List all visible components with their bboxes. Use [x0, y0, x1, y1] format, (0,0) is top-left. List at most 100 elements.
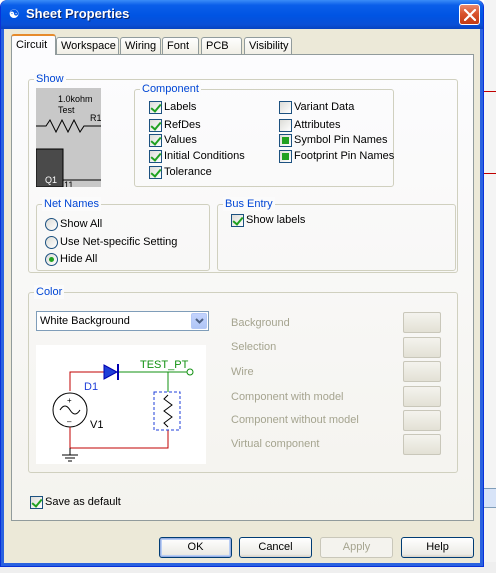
tab-label: Wiring — [125, 40, 157, 52]
show-preview-schematic: 1.0kohm Test R1 Q1 11 — [36, 94, 101, 187]
checkbox-box — [279, 119, 292, 132]
circuit-tab-panel: Show 1.0kohm Test R1 Q1 11 Component Lab… — [11, 54, 474, 521]
window-title: Sheet Properties — [26, 6, 130, 21]
background-window-edge — [484, 0, 496, 573]
checkbox-box — [279, 134, 292, 147]
preview-label: Test — [58, 105, 75, 115]
component-group-title: Component — [140, 82, 201, 96]
color-group-title: Color — [34, 285, 65, 299]
close-icon — [464, 9, 476, 21]
app-icon: ☯ — [8, 7, 20, 21]
tab-label: PCB — [206, 40, 229, 52]
virtual-component-color-swatch — [403, 434, 441, 455]
labels-checkbox[interactable]: Labels — [149, 101, 196, 115]
checkbox-box — [30, 496, 43, 509]
values-checkbox[interactable]: Values — [149, 134, 197, 148]
tab-label: Visibility — [249, 40, 289, 52]
show-preview: 1.0kohm Test R1 Q1 11 — [36, 88, 101, 187]
preview-refdes: R1 — [90, 113, 101, 123]
tab-circuit[interactable]: Circuit — [11, 34, 56, 55]
symbol-pin-names-checkbox[interactable]: Symbol Pin Names — [279, 134, 388, 148]
show-group-title: Show — [34, 72, 66, 86]
tab-font[interactable]: Font — [162, 37, 199, 54]
cancel-button[interactable]: Cancel — [239, 537, 312, 558]
checkbox-box — [149, 166, 162, 179]
attributes-checkbox[interactable]: Attributes — [279, 119, 340, 133]
checkbox-label: Tolerance — [164, 166, 212, 178]
preview-source-label: V1 — [90, 419, 103, 431]
preview-part: Q1 — [45, 175, 57, 185]
checkbox-box — [149, 150, 162, 163]
radio-circle — [45, 236, 58, 249]
checkbox-label: Save as default — [45, 496, 121, 508]
net-names-group-title: Net Names — [42, 197, 102, 211]
bus-entry-group-title: Bus Entry — [223, 197, 275, 211]
checkbox-label: Symbol Pin Names — [294, 134, 388, 146]
background-color-swatch — [403, 312, 441, 333]
checkbox-label: Labels — [164, 101, 197, 113]
net-names-show-all-radio[interactable]: Show All — [45, 218, 102, 232]
preview-probe: TEST_PT — [140, 359, 189, 371]
tab-label: Circuit — [16, 39, 48, 51]
initial-conditions-checkbox[interactable]: Initial Conditions — [149, 150, 245, 164]
save-as-default-checkbox[interactable]: Save as default — [30, 496, 121, 510]
component-with-model-color-swatch — [403, 386, 441, 407]
checkbox-box — [231, 214, 244, 227]
radio-label: Use Net-specific Setting — [60, 236, 178, 248]
tab-label: Font — [167, 40, 190, 52]
radio-label: Show All — [60, 218, 103, 230]
tab-label: Workspace — [61, 40, 116, 52]
tolerance-checkbox[interactable]: Tolerance — [149, 166, 212, 180]
checkbox-label: Attributes — [294, 119, 341, 131]
background-wire — [484, 91, 496, 92]
checkbox-box — [149, 119, 162, 132]
color-item-background-label: Background — [231, 317, 290, 329]
preview-source-minus: – — [67, 417, 72, 426]
preview-resistor — [163, 394, 173, 428]
wire-color-swatch — [403, 361, 441, 382]
preview-return-wire — [69, 427, 169, 449]
apply-button[interactable]: Apply — [320, 537, 393, 558]
net-names-hide-all-radio[interactable]: Hide All — [45, 253, 97, 267]
net-names-net-specific-radio[interactable]: Use Net-specific Setting — [45, 236, 177, 250]
refdes-checkbox[interactable]: RefDes — [149, 119, 201, 133]
chevron-down-icon — [191, 313, 207, 329]
show-labels-checkbox[interactable]: Show labels — [231, 214, 305, 228]
help-button[interactable]: Help — [401, 537, 474, 558]
background-scrollbar — [484, 488, 496, 508]
checkbox-box — [279, 150, 292, 163]
radio-circle — [45, 218, 58, 231]
color-item-wire-label: Wire — [231, 366, 254, 378]
checkbox-label: Initial Conditions — [164, 150, 245, 162]
preview-pin: 11 — [64, 180, 73, 187]
variant-data-checkbox[interactable]: Variant Data — [279, 101, 354, 115]
color-item-selection-label: Selection — [231, 341, 277, 353]
preview-diode — [103, 364, 119, 380]
footprint-pin-names-checkbox[interactable]: Footprint Pin Names — [279, 150, 394, 164]
title-bar[interactable]: ☯ Sheet Properties — [1, 0, 483, 29]
tab-wiring[interactable]: Wiring — [120, 37, 161, 54]
color-preview: TEST_PT D1 + – V1 — [36, 345, 206, 464]
checkbox-label: Values — [164, 134, 197, 146]
ok-button[interactable]: OK — [159, 537, 232, 558]
component-without-model-color-swatch — [403, 410, 441, 431]
close-button[interactable] — [459, 4, 480, 25]
tab-pcb[interactable]: PCB — [201, 37, 242, 54]
checkbox-label: Variant Data — [294, 101, 355, 113]
sheet-properties-dialog: ☯ Sheet Properties Circuit Workspace Wir… — [0, 0, 484, 567]
tab-visibility[interactable]: Visibility — [244, 37, 292, 54]
checkbox-box — [149, 134, 162, 147]
tab-workspace[interactable]: Workspace — [56, 37, 119, 54]
checkbox-label: Show labels — [246, 214, 306, 226]
background-wire — [484, 173, 496, 174]
color-preview-schematic: TEST_PT D1 + – V1 — [52, 359, 194, 462]
radio-label: Hide All — [60, 253, 98, 265]
chevron-down-glyph — [195, 318, 204, 324]
preview-resistor-value: 1.0kohm — [58, 94, 93, 104]
checkbox-label: RefDes — [164, 119, 201, 131]
color-scheme-select[interactable]: White Background — [36, 311, 209, 331]
color-item-component-without-model-label: Component without model — [231, 414, 359, 426]
preview-source-plus: + — [67, 396, 72, 405]
preview-virtual-outline — [153, 391, 181, 431]
checkbox-box — [279, 101, 292, 114]
